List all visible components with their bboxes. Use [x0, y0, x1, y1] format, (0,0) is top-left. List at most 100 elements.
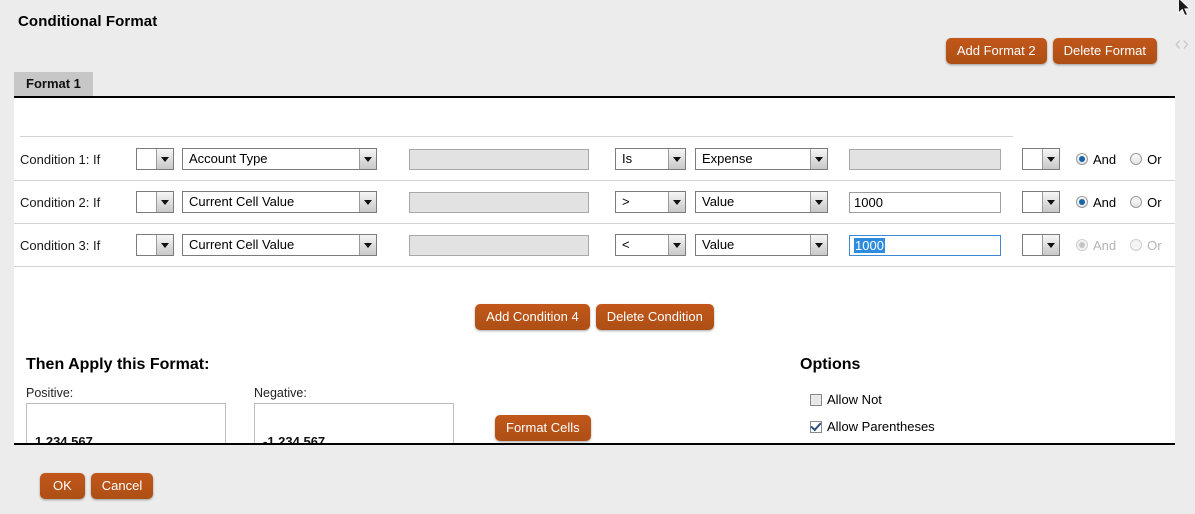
option-allow-not[interactable]: Allow Not — [810, 392, 935, 407]
negative-format-column: Negative: -1,234,567 — [254, 386, 454, 445]
positive-preview-box[interactable]: 1,234,567 — [26, 403, 226, 445]
chevron-down-icon — [810, 235, 827, 255]
mouse-cursor-icon — [1178, 0, 1194, 18]
checkbox-allow-parentheses[interactable] — [810, 421, 822, 433]
value-type-value: Value — [696, 192, 810, 212]
operator-select[interactable]: Is — [615, 148, 686, 170]
apply-format-heading: Then Apply this Format: — [26, 356, 209, 374]
delete-format-button[interactable]: Delete Format — [1053, 38, 1157, 64]
value-type-select[interactable]: Value — [695, 191, 828, 213]
radio-or-dot — [1130, 196, 1142, 208]
conditions-panel: Condition 1: If Account Type Is Expense — [14, 96, 1175, 445]
value-input[interactable]: 1000 — [849, 235, 1001, 256]
condition-row: Condition 3: If Current Cell Value < Val… — [14, 224, 1175, 267]
chevron-down-icon — [359, 149, 376, 169]
dialog-footer: OK Cancel — [40, 473, 153, 499]
conjunction-group: And Or — [1076, 238, 1162, 253]
radio-or[interactable]: Or — [1130, 195, 1161, 210]
value-type-value: Value — [696, 235, 810, 255]
condition-row: Condition 1: If Account Type Is Expense — [14, 138, 1175, 181]
operator-value: Is — [616, 149, 668, 169]
chevron-down-icon — [668, 149, 685, 169]
field-value: Current Cell Value — [183, 192, 359, 212]
close-paren-select[interactable] — [1022, 234, 1060, 256]
negative-preview-box[interactable]: -1,234,567 — [254, 403, 454, 445]
radio-or[interactable]: Or — [1130, 152, 1161, 167]
operator-value: < — [616, 235, 668, 255]
condition-rows: Condition 1: If Account Type Is Expense — [14, 98, 1175, 267]
chevron-down-icon — [359, 192, 376, 212]
field-select[interactable]: Account Type — [182, 148, 377, 170]
value-input[interactable] — [849, 192, 1001, 213]
format-cells-button[interactable]: Format Cells — [495, 415, 591, 441]
negative-caption: Negative: — [254, 386, 454, 400]
radio-or: Or — [1130, 238, 1161, 253]
close-paren-select[interactable] — [1022, 148, 1060, 170]
condition-label: Condition 3: If — [20, 238, 136, 253]
radio-and-dot — [1076, 196, 1088, 208]
radio-or-label: Or — [1147, 152, 1161, 167]
format-tabs: Format 1 — [14, 72, 1175, 97]
operator-value: > — [616, 192, 668, 212]
option-allow-not-label: Allow Not — [827, 392, 882, 407]
chevron-down-icon — [1042, 192, 1059, 212]
chevron-down-icon — [810, 192, 827, 212]
close-paren-select[interactable] — [1022, 191, 1060, 213]
delete-condition-button[interactable]: Delete Condition — [596, 304, 714, 330]
options-heading: Options — [800, 356, 860, 374]
condition-actions: Add Condition 4 Delete Condition — [14, 304, 1175, 330]
condition-label: Condition 1: If — [20, 152, 136, 167]
field-select[interactable]: Current Cell Value — [182, 234, 377, 256]
prev-format-icon[interactable]: ‹ — [1175, 34, 1182, 54]
chevron-down-icon — [156, 235, 173, 255]
open-paren-select[interactable] — [136, 234, 174, 256]
radio-or-label: Or — [1147, 195, 1161, 210]
open-paren-select[interactable] — [136, 148, 174, 170]
paren-input — [409, 149, 589, 170]
add-condition-button[interactable]: Add Condition 4 — [475, 304, 590, 330]
radio-or-dot — [1130, 239, 1142, 251]
add-format-button[interactable]: Add Format 2 — [946, 38, 1047, 64]
next-format-icon[interactable]: › — [1182, 34, 1189, 54]
chevron-down-icon — [668, 192, 685, 212]
chevron-down-icon — [1042, 149, 1059, 169]
condition-label: Condition 2: If — [20, 195, 136, 210]
radio-and-label: And — [1093, 195, 1116, 210]
chevron-down-icon — [810, 149, 827, 169]
page-title: Conditional Format — [18, 13, 157, 30]
radio-or-dot — [1130, 153, 1142, 165]
radio-and[interactable]: And — [1076, 195, 1116, 210]
value-input — [849, 149, 1001, 170]
radio-and-label: And — [1093, 152, 1116, 167]
open-paren-select[interactable] — [136, 191, 174, 213]
value-type-value: Expense — [696, 149, 810, 169]
radio-and[interactable]: And — [1076, 152, 1116, 167]
format-toolbar: Add Format 2 Delete Format — [946, 38, 1157, 64]
conjunction-group: And Or — [1076, 195, 1162, 210]
field-select[interactable]: Current Cell Value — [182, 191, 377, 213]
conditional-format-dialog: Conditional Format Add Format 2 Delete F… — [0, 0, 1195, 514]
radio-and-dot — [1076, 153, 1088, 165]
operator-select[interactable]: < — [615, 234, 686, 256]
radio-and-dot — [1076, 239, 1088, 251]
negative-preview-value: -1,234,567 — [263, 434, 325, 445]
format-pager: ‹ › — [1175, 34, 1189, 54]
option-allow-parentheses[interactable]: Allow Parentheses — [810, 419, 935, 434]
value-type-select[interactable]: Value — [695, 234, 828, 256]
field-value: Account Type — [183, 149, 359, 169]
cancel-button[interactable]: Cancel — [91, 473, 153, 499]
checkbox-allow-not[interactable] — [810, 394, 822, 406]
radio-and-label: And — [1093, 238, 1116, 253]
condition-row: Condition 2: If Current Cell Value > Val… — [14, 181, 1175, 224]
chevron-down-icon — [156, 192, 173, 212]
conjunction-group: And Or — [1076, 152, 1162, 167]
positive-caption: Positive: — [26, 386, 226, 400]
value-type-select[interactable]: Expense — [695, 148, 828, 170]
top-divider — [20, 136, 1013, 137]
chevron-down-icon — [668, 235, 685, 255]
positive-preview-value: 1,234,567 — [35, 434, 93, 445]
value-input-selected-text: 1000 — [854, 238, 885, 253]
tab-format-1[interactable]: Format 1 — [14, 72, 93, 96]
ok-button[interactable]: OK — [40, 473, 85, 499]
operator-select[interactable]: > — [615, 191, 686, 213]
